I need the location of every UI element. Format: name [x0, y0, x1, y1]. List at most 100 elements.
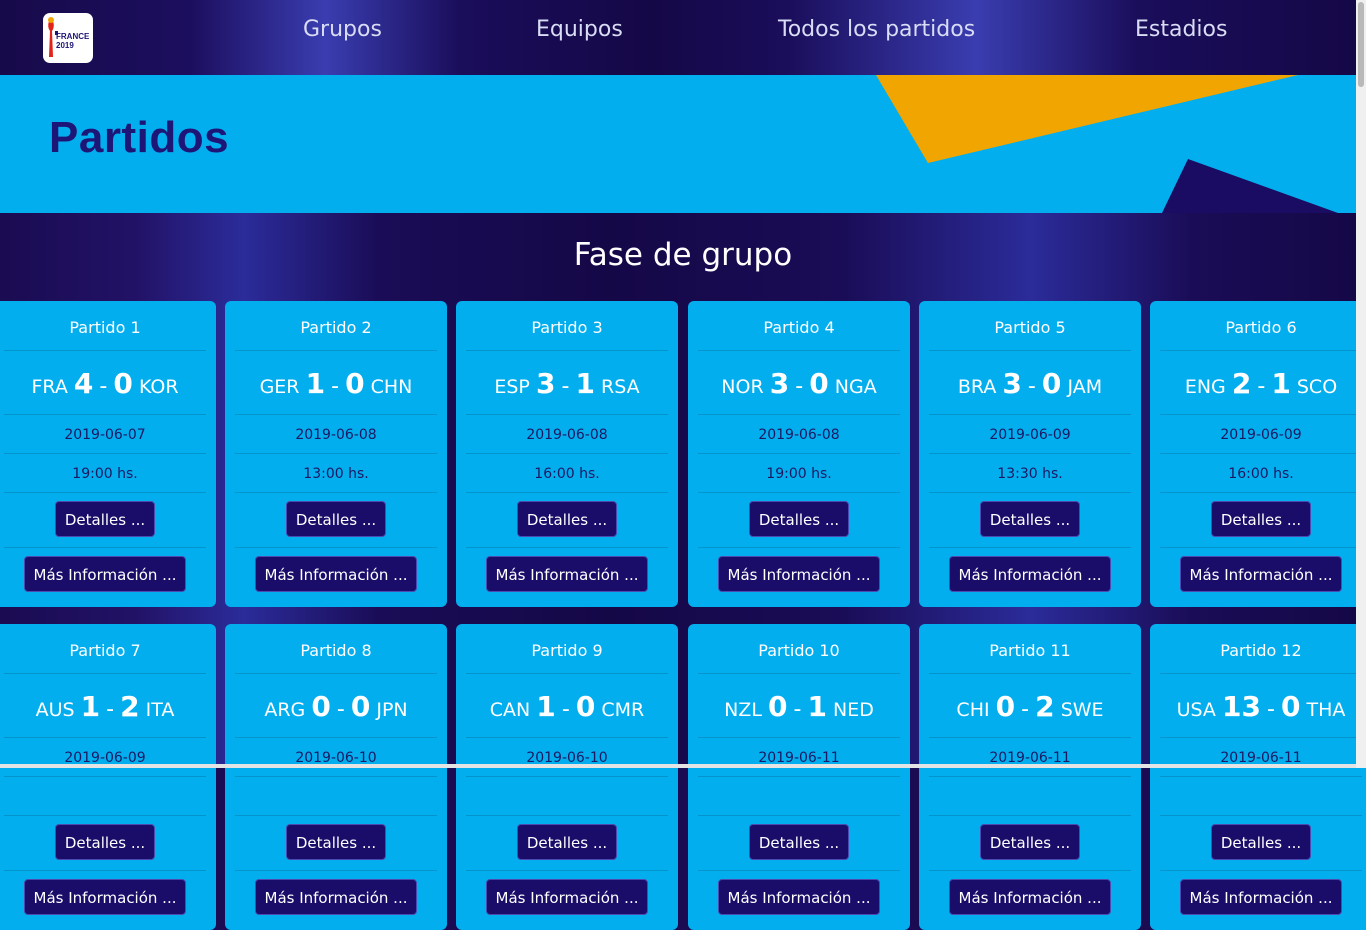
match-card: Partido 9 CAN 1 - 0 CMR 2019-06-10 Detal…	[456, 624, 678, 930]
divider	[1160, 870, 1362, 871]
match-date: 2019-06-09	[989, 427, 1071, 443]
home-goals: 2	[1231, 367, 1252, 400]
home-goals: 4	[73, 367, 94, 400]
divider	[235, 737, 437, 738]
more-info-button[interactable]: Más Información ...	[949, 879, 1111, 915]
nav-todos-partidos-link[interactable]: Todos los partidos	[778, 14, 975, 46]
score-dash: -	[106, 697, 115, 722]
divider	[1160, 492, 1362, 493]
page-title: Partidos	[49, 113, 230, 162]
match-card: Partido 4 NOR 3 - 0 NGA 2019-06-08 19:00…	[688, 301, 910, 607]
divider	[4, 870, 206, 871]
details-button[interactable]: Detalles ...	[517, 824, 617, 860]
more-info-button[interactable]: Más Información ...	[486, 556, 648, 592]
divider	[235, 870, 437, 871]
details-button[interactable]: Detalles ...	[517, 501, 617, 537]
divider	[929, 776, 1131, 777]
divider	[698, 776, 900, 777]
home-goals: 3	[535, 367, 556, 400]
divider	[235, 776, 437, 777]
match-card: Partido 2 GER 1 - 0 CHN 2019-06-08 13:00…	[225, 301, 447, 607]
more-info-button[interactable]: Más Información ...	[486, 879, 648, 915]
home-goals: 0	[767, 690, 788, 723]
group-stage-section: Fase de grupo Partido 1 FRA 4 - 0 KOR 20…	[0, 213, 1366, 930]
details-button[interactable]: Detalles ...	[286, 501, 386, 537]
more-info-button[interactable]: Más Información ...	[718, 556, 880, 592]
details-button[interactable]: Detalles ...	[980, 501, 1080, 537]
divider	[235, 492, 437, 493]
more-info-button[interactable]: Más Información ...	[24, 556, 186, 592]
details-button[interactable]: Detalles ...	[980, 824, 1080, 860]
vertical-scrollbar[interactable]	[1356, 0, 1366, 768]
match-date: 2019-06-08	[295, 427, 377, 443]
match-score: NOR 3 - 0 NGA	[688, 367, 910, 400]
home-team: ENG	[1184, 376, 1226, 398]
match-card: Partido 5 BRA 3 - 0 JAM 2019-06-09 13:30…	[919, 301, 1141, 607]
match-title: Partido 11	[989, 641, 1071, 660]
divider	[4, 737, 206, 738]
match-score: CHI 0 - 2 SWE	[919, 690, 1141, 723]
nav-equipos-link[interactable]: Equipos	[536, 14, 623, 46]
divider	[698, 453, 900, 454]
home-goals: 0	[995, 690, 1016, 723]
divider	[698, 815, 900, 816]
divider	[698, 492, 900, 493]
away-goals: 1	[575, 367, 595, 400]
home-goals: 13	[1221, 690, 1261, 723]
divider	[4, 350, 206, 351]
away-goals: 2	[120, 690, 140, 723]
match-title: Partido 5	[994, 318, 1066, 337]
home-team: ARG	[264, 699, 306, 721]
score-dash: -	[561, 697, 570, 722]
home-team: USA	[1176, 699, 1216, 721]
divider	[4, 453, 206, 454]
away-goals: 0	[809, 367, 829, 400]
divider	[235, 673, 437, 674]
match-date: 2019-06-09	[1220, 427, 1302, 443]
horizontal-scrollbar[interactable]	[0, 764, 1356, 768]
logo-text: FRANCE 2019	[56, 32, 90, 50]
home-team: BRA	[957, 376, 997, 398]
match-title: Partido 2	[300, 318, 372, 337]
divider	[466, 453, 668, 454]
more-info-button[interactable]: Más Información ...	[24, 879, 186, 915]
score-dash: -	[331, 374, 340, 399]
details-button[interactable]: Detalles ...	[55, 501, 155, 537]
match-title: Partido 10	[758, 641, 840, 660]
divider	[466, 737, 668, 738]
home-team: CHI	[956, 699, 990, 721]
details-button[interactable]: Detalles ...	[286, 824, 386, 860]
more-info-button[interactable]: Más Información ...	[949, 556, 1111, 592]
match-card: Partido 8 ARG 0 - 0 JPN 2019-06-10 Detal…	[225, 624, 447, 930]
details-button[interactable]: Detalles ...	[749, 824, 849, 860]
match-time: 16:00 hs.	[1228, 466, 1294, 482]
divider	[235, 350, 437, 351]
score-dash: -	[1257, 374, 1266, 399]
more-info-button[interactable]: Más Información ...	[1180, 556, 1342, 592]
scrollbar-thumb[interactable]	[1358, 2, 1364, 87]
divider	[698, 414, 900, 415]
more-info-button[interactable]: Más Información ...	[718, 879, 880, 915]
match-title: Partido 7	[69, 641, 141, 660]
match-card: Partido 3 ESP 3 - 1 RSA 2019-06-08 16:00…	[456, 301, 678, 607]
divider	[235, 815, 437, 816]
details-button[interactable]: Detalles ...	[55, 824, 155, 860]
details-button[interactable]: Detalles ...	[749, 501, 849, 537]
match-title: Partido 8	[300, 641, 372, 660]
more-info-button[interactable]: Más Información ...	[1180, 879, 1342, 915]
france-2019-logo[interactable]: FRANCE 2019	[43, 13, 93, 63]
score-dash: -	[1027, 374, 1036, 399]
divider	[466, 547, 668, 548]
divider	[929, 870, 1131, 871]
divider	[1160, 547, 1362, 548]
more-info-button[interactable]: Más Información ...	[255, 556, 417, 592]
match-card: Partido 10 NZL 0 - 1 NED 2019-06-11 Deta…	[688, 624, 910, 930]
divider	[466, 492, 668, 493]
details-button[interactable]: Detalles ...	[1211, 501, 1311, 537]
score-dash: -	[795, 374, 804, 399]
nav-grupos-link[interactable]: Grupos	[303, 14, 382, 46]
details-button[interactable]: Detalles ...	[1211, 824, 1311, 860]
score-dash: -	[561, 374, 570, 399]
more-info-button[interactable]: Más Información ...	[255, 879, 417, 915]
nav-estadios-link[interactable]: Estadios	[1135, 14, 1227, 46]
